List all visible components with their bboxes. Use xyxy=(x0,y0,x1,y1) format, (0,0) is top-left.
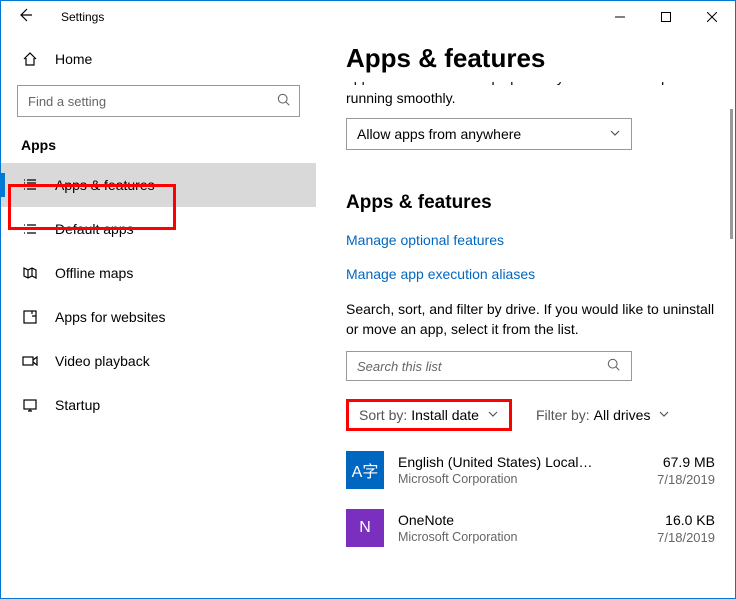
app-date: 7/18/2019 xyxy=(629,530,715,545)
sidebar-item-video-playback[interactable]: Video playback xyxy=(1,339,316,383)
sidebar-search-placeholder: Find a setting xyxy=(28,94,277,109)
home-label: Home xyxy=(55,51,92,67)
sidebar-item-startup[interactable]: Startup xyxy=(1,383,316,427)
sidebar-item-default-apps[interactable]: Default apps xyxy=(1,207,316,251)
app-tile-icon: A字 xyxy=(346,451,384,489)
close-button[interactable] xyxy=(689,1,735,33)
search-placeholder: Search this list xyxy=(357,359,442,374)
scrollbar[interactable] xyxy=(730,109,733,239)
maximize-button[interactable] xyxy=(643,1,689,33)
content-pane: Apps & features apps from the Store help… xyxy=(316,33,735,598)
manage-optional-features-link[interactable]: Manage optional features xyxy=(346,232,715,248)
sidebar-item-label: Startup xyxy=(55,397,100,413)
sort-by-dropdown[interactable]: Sort by: Install date xyxy=(346,399,512,431)
app-date: 7/18/2019 xyxy=(629,472,715,487)
website-icon xyxy=(21,309,39,325)
filter-by-dropdown[interactable]: Filter by: All drives xyxy=(536,407,670,423)
chevron-down-icon xyxy=(609,127,621,142)
install-source-select[interactable]: Allow apps from anywhere xyxy=(346,118,632,150)
sidebar-item-apps-websites[interactable]: Apps for websites xyxy=(1,295,316,339)
app-size: 67.9 MB xyxy=(629,454,715,470)
search-icon xyxy=(277,93,291,110)
intro-text-line2: running smoothly. xyxy=(346,90,715,112)
sidebar-item-apps-features[interactable]: Apps & features xyxy=(1,163,316,207)
chevron-down-icon xyxy=(487,408,499,423)
sidebar-section-header: Apps xyxy=(1,131,316,163)
search-apps-input[interactable]: Search this list xyxy=(346,351,632,381)
filter-value: All drives xyxy=(594,407,651,423)
app-size: 16.0 KB xyxy=(629,512,715,528)
app-name: English (United States) Local Exp... xyxy=(398,454,596,470)
sidebar-item-label: Video playback xyxy=(55,353,150,369)
page-title: Apps & features xyxy=(346,43,715,74)
manage-execution-aliases-link[interactable]: Manage app execution aliases xyxy=(346,266,715,282)
list-icon xyxy=(21,177,39,193)
apps-subheader: Apps & features xyxy=(346,192,715,214)
window-title: Settings xyxy=(41,10,104,24)
instructions-text: Search, sort, and filter by drive. If yo… xyxy=(346,300,715,339)
app-publisher: Microsoft Corporation xyxy=(398,472,615,486)
app-name: OneNote xyxy=(398,512,596,528)
sidebar-item-label: Apps for websites xyxy=(55,309,166,325)
filter-label: Filter by: xyxy=(536,407,590,423)
intro-text-clipped: apps from the Store helps protect your P… xyxy=(346,82,715,92)
defaults-icon xyxy=(21,221,39,237)
sort-value: Install date xyxy=(411,407,479,423)
sidebar-item-offline-maps[interactable]: Offline maps xyxy=(1,251,316,295)
select-value: Allow apps from anywhere xyxy=(357,126,521,142)
sidebar-item-label: Default apps xyxy=(55,221,134,237)
search-icon xyxy=(607,358,621,375)
home-icon xyxy=(21,51,39,67)
active-indicator xyxy=(1,173,5,197)
app-row[interactable]: N OneNote Microsoft Corporation 16.0 KB … xyxy=(346,509,715,547)
sidebar: Home Find a setting Apps Apps & features… xyxy=(1,33,316,598)
home-nav[interactable]: Home xyxy=(1,39,316,79)
sidebar-item-label: Apps & features xyxy=(55,177,155,193)
map-icon xyxy=(21,265,39,281)
app-publisher: Microsoft Corporation xyxy=(398,530,615,544)
sort-label: Sort by: xyxy=(359,407,407,423)
chevron-down-icon xyxy=(658,408,670,423)
sidebar-search[interactable]: Find a setting xyxy=(17,85,300,117)
app-tile-icon: N xyxy=(346,509,384,547)
startup-icon xyxy=(21,397,39,413)
video-icon xyxy=(21,353,39,369)
app-row[interactable]: A字 English (United States) Local Exp... … xyxy=(346,451,715,489)
sidebar-item-label: Offline maps xyxy=(55,265,133,281)
window-controls xyxy=(597,1,735,33)
back-button[interactable] xyxy=(17,7,41,28)
titlebar: Settings xyxy=(1,1,735,33)
minimize-button[interactable] xyxy=(597,1,643,33)
